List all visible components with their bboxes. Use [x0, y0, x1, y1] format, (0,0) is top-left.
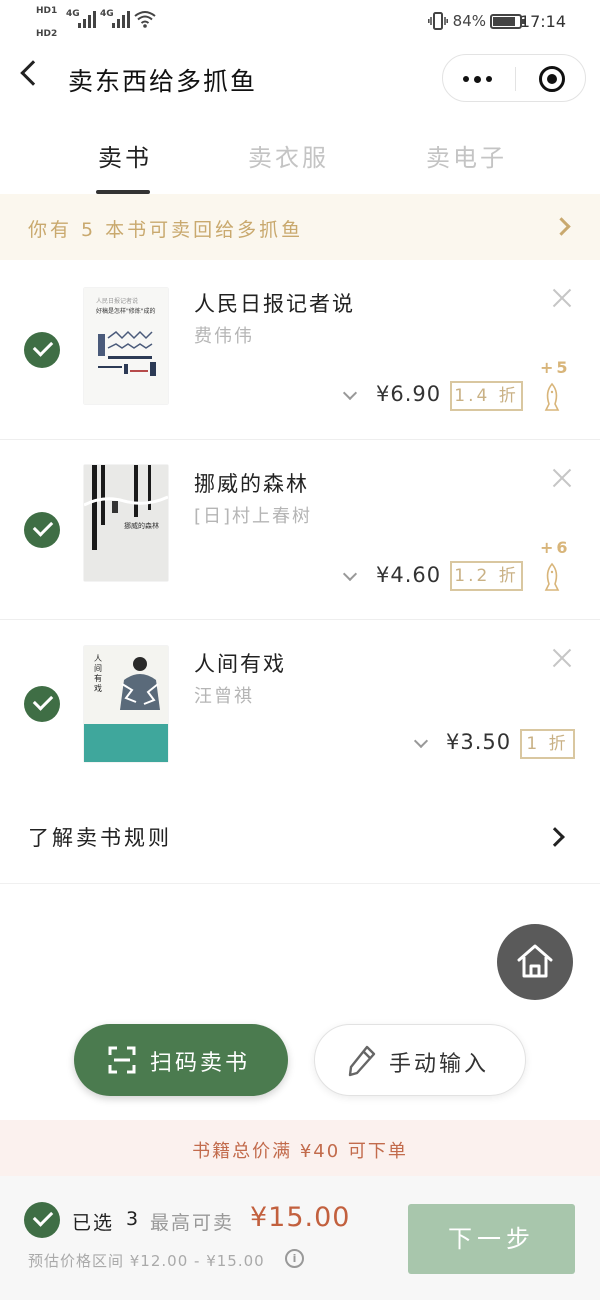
more-dots-icon[interactable]	[463, 75, 492, 83]
min-order-text: 书籍总价满 ¥40 可下单	[192, 1141, 408, 1162]
manual-input-button[interactable]: 手动输入	[314, 1024, 526, 1096]
cover-band	[84, 724, 168, 762]
clock: 17:14	[519, 12, 566, 31]
sell-rules-link[interactable]: 了解卖书规则	[0, 790, 600, 884]
close-icon[interactable]	[552, 288, 572, 308]
book-price: ¥4.60	[376, 563, 442, 587]
battery-icon	[490, 14, 525, 29]
tab-sell-clothes[interactable]: 卖衣服	[248, 138, 329, 173]
sim-badge-1: HD1	[36, 6, 58, 16]
book-price: ¥3.50	[446, 730, 512, 754]
info-icon[interactable]: i	[285, 1249, 304, 1268]
book-row: 挪威的森林 挪威的森林 [日]村上春树 ¥4.60 1.2 折 +6	[0, 440, 600, 620]
book-author: 汪曾祺	[194, 686, 254, 707]
max-sell-amount: ¥15.00	[250, 1202, 351, 1233]
sellable-books-notice[interactable]: 你有 5 本书可卖回给多抓鱼	[0, 194, 600, 260]
next-step-button[interactable]: 下一步	[408, 1204, 575, 1274]
chevron-down-icon[interactable]	[413, 733, 429, 749]
fish-icon	[544, 562, 560, 591]
cover-art	[120, 657, 160, 710]
cover-title: 好稿是怎样"修炼"成的	[96, 308, 156, 315]
discount-badge: 1 折	[520, 729, 575, 759]
navigation-bar: 卖东西给多抓鱼	[0, 42, 600, 118]
sim-badges: HD1 HD2	[36, 6, 57, 40]
sim-badge-2: HD2	[36, 29, 58, 39]
discount-badge: 1.2 折	[450, 561, 523, 591]
book-author: 费伟伟	[194, 326, 254, 347]
manual-button-label: 手动输入	[389, 1052, 490, 1077]
min-order-notice: 书籍总价满 ¥40 可下单	[0, 1120, 600, 1176]
max-sell-label: 最高可卖	[150, 1212, 235, 1234]
selected-label: 已选	[72, 1212, 115, 1234]
page-title: 卖东西给多抓鱼	[68, 67, 258, 96]
book-title: 挪威的森林	[194, 472, 309, 496]
notice-text: 你有 5 本书可卖回给多抓鱼	[28, 219, 304, 241]
back-icon[interactable]	[20, 60, 46, 86]
home-icon	[517, 944, 553, 978]
vibrate-icon	[428, 12, 448, 30]
book-title: 人间有戏	[194, 652, 286, 676]
fish-icon	[544, 382, 560, 411]
book-author: [日]村上春树	[194, 506, 313, 527]
chevron-right-icon	[545, 827, 565, 847]
check-icon[interactable]	[24, 1202, 60, 1238]
scan-button-label: 扫码卖书	[150, 1051, 251, 1076]
scan-icon	[108, 1046, 136, 1074]
miniprogram-capsule	[442, 54, 586, 102]
check-icon[interactable]	[24, 686, 60, 722]
fish-bonus: +6	[540, 538, 571, 557]
price-range: 预估价格区间 ¥12.00 - ¥15.00	[28, 1252, 265, 1270]
checkout-bar: 已选 3 最高可卖 ¥15.00 预估价格区间 ¥12.00 - ¥15.00 …	[0, 1176, 600, 1300]
fish-bonus: +5	[540, 358, 571, 377]
rules-label: 了解卖书规则	[28, 826, 172, 850]
tab-sell-electronics[interactable]: 卖电子	[426, 138, 507, 173]
selected-count: 3	[126, 1208, 139, 1230]
discount-badge: 1.4 折	[450, 381, 523, 411]
book-cover: 人间有戏	[84, 646, 168, 762]
chevron-down-icon[interactable]	[342, 566, 358, 582]
check-icon[interactable]	[24, 512, 60, 548]
book-cover: 人民日报记者说 好稿是怎样"修炼"成的	[84, 288, 168, 404]
scan-to-sell-button[interactable]: 扫码卖书	[74, 1024, 288, 1096]
close-icon[interactable]	[552, 468, 572, 488]
cover-title: 挪威的森林	[124, 522, 159, 530]
signal-icon	[78, 10, 96, 28]
book-row: 人民日报记者说 好稿是怎样"修炼"成的 人民日报记者说 费伟伟 ¥6.90 1.…	[0, 260, 600, 440]
cover-subtitle: 人民日报记者说	[96, 298, 139, 305]
book-row: 人间有戏 人间有戏 汪曾祺 ¥3.50 1 折	[0, 620, 600, 790]
chevron-down-icon[interactable]	[342, 385, 358, 401]
pencil-icon	[348, 1045, 376, 1077]
category-tabs: 卖书 卖衣服 卖电子	[0, 118, 600, 194]
book-price: ¥6.90	[376, 382, 442, 406]
battery-percent: 84%	[452, 12, 486, 30]
book-title: 人民日报记者说	[194, 292, 355, 316]
close-icon[interactable]	[552, 648, 572, 668]
tab-sell-books[interactable]: 卖书	[98, 138, 152, 173]
cover-art	[98, 330, 156, 376]
battery-fill	[493, 17, 515, 26]
wifi-icon	[134, 11, 156, 28]
book-cover: 挪威的森林	[84, 465, 168, 581]
chevron-right-icon	[552, 217, 571, 236]
status-bar: HD1 HD2 4G 4G 84% 17:14	[0, 0, 600, 42]
capsule-divider	[515, 67, 516, 91]
signal-icon	[112, 10, 130, 28]
cover-title: 人间有戏	[94, 654, 102, 693]
check-icon[interactable]	[24, 332, 60, 368]
home-button[interactable]	[497, 924, 573, 1000]
target-icon[interactable]	[539, 66, 565, 92]
